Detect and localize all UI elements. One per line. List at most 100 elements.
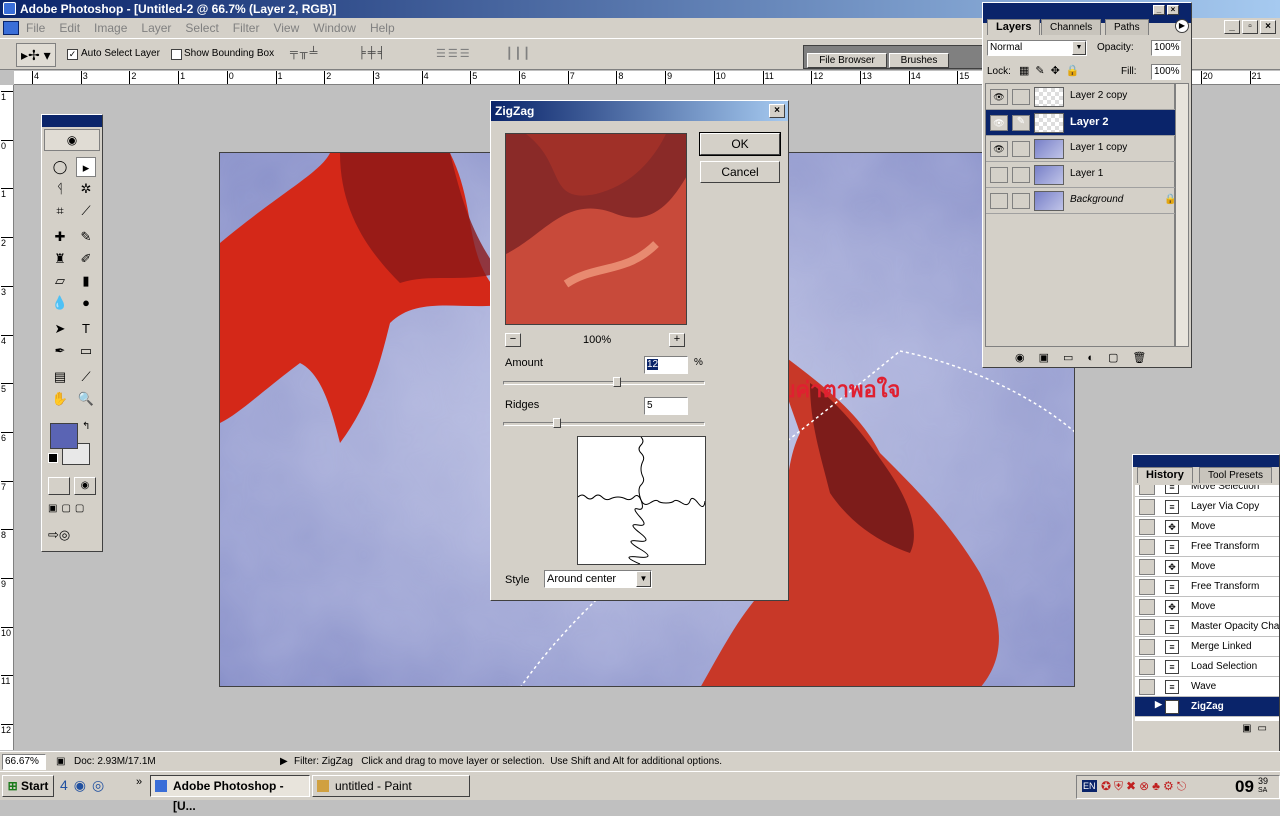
history-item[interactable]: ≡ Layer Via Copy xyxy=(1135,497,1279,517)
lasso-tool-icon[interactable]: ᛩ xyxy=(50,179,70,199)
eraser-tool-icon[interactable]: ▱ xyxy=(50,271,70,291)
menu-filter[interactable]: Filter xyxy=(233,18,260,38)
adobe-online-icon[interactable]: ◉ xyxy=(44,129,100,151)
path-selection-tool-icon[interactable]: ➤ xyxy=(50,319,70,339)
link-icon[interactable] xyxy=(1012,193,1030,209)
slice-tool-icon[interactable]: ⟋ xyxy=(76,201,96,221)
opacity-input[interactable]: 100% xyxy=(1151,40,1181,56)
start-button[interactable]: ⊞ Start xyxy=(2,775,54,797)
eyedropper-tool-icon[interactable]: ⟋ xyxy=(76,367,96,387)
notes-tool-icon[interactable]: ▤ xyxy=(50,367,70,387)
fill-input[interactable]: 100% xyxy=(1151,64,1181,80)
history-panel-title-bar[interactable] xyxy=(1133,455,1279,467)
blend-chevron-down-icon[interactable]: ▼ xyxy=(1072,41,1086,55)
quick-launch-icons[interactable]: 4◉◎ xyxy=(60,777,144,797)
link-icon[interactable] xyxy=(1012,89,1030,105)
link-icon[interactable] xyxy=(1012,141,1030,157)
layer-row-layer-1[interactable]: Layer 1 xyxy=(986,162,1176,188)
zoom-out-button[interactable]: − xyxy=(505,333,521,347)
history-item[interactable]: ≡ Free Transform xyxy=(1135,537,1279,557)
history-brush-source-box[interactable] xyxy=(1139,659,1155,675)
menu-help[interactable]: Help xyxy=(370,18,395,38)
tab-channels[interactable]: Channels xyxy=(1041,19,1102,35)
history-brush-source-box[interactable] xyxy=(1139,679,1155,695)
doc-close-button[interactable]: × xyxy=(1260,20,1276,34)
brushes-tab[interactable]: Brushes xyxy=(889,53,949,68)
healing-brush-tool-icon[interactable]: ✚ xyxy=(50,227,70,247)
layer-row-layer-1-copy[interactable]: 👁 Layer 1 copy xyxy=(986,136,1176,162)
filter-preview[interactable] xyxy=(505,133,687,325)
zoom-tool-icon[interactable]: 🔍 xyxy=(76,389,96,409)
tab-layers[interactable]: Layers xyxy=(987,19,1041,35)
magic-wand-tool-icon[interactable]: ✲ xyxy=(76,179,96,199)
clone-stamp-tool-icon[interactable]: ♜ xyxy=(50,249,70,269)
default-colors-icon[interactable] xyxy=(48,453,58,463)
zoom-level-field[interactable]: 66.67% xyxy=(2,754,46,770)
menu-view[interactable]: View xyxy=(273,18,299,38)
align-buttons-group-2[interactable]: ╞╪╡ xyxy=(358,47,418,61)
taskbar-photoshop[interactable]: Adobe Photoshop - [U... xyxy=(150,775,310,813)
lock-buttons[interactable]: ▦✎✥🔒 xyxy=(1019,64,1099,78)
menu-edit[interactable]: Edit xyxy=(59,18,80,38)
layer-row-background[interactable]: Background 🔒 xyxy=(986,188,1176,214)
screen-mode-buttons[interactable]: ▣▢▢ xyxy=(48,503,98,521)
eye-icon[interactable]: 👁 xyxy=(990,89,1008,105)
layers-close-button[interactable]: × xyxy=(1167,5,1179,15)
standard-mode-button[interactable] xyxy=(48,477,70,495)
tool-preset-picker[interactable]: ▸✢ ▾ xyxy=(16,43,56,67)
history-item[interactable]: ✥ Move xyxy=(1135,597,1279,617)
history-brush-source-box[interactable] xyxy=(1139,599,1155,615)
ridges-slider[interactable] xyxy=(503,418,705,428)
ridges-input[interactable]: 5 xyxy=(644,397,688,415)
pen-tool-icon[interactable]: ✒ xyxy=(50,341,70,361)
crop-tool-icon[interactable]: ⌗ xyxy=(50,201,70,221)
document-icon[interactable] xyxy=(3,21,19,35)
shape-tool-icon[interactable]: ▭ xyxy=(76,341,96,361)
menu-select[interactable]: Select xyxy=(185,18,218,38)
swap-colors-icon[interactable]: ↰ xyxy=(82,421,90,432)
menu-layer[interactable]: Layer xyxy=(141,18,171,38)
style-select[interactable]: Around center ▼ xyxy=(544,570,652,588)
language-indicator[interactable]: EN xyxy=(1082,780,1097,792)
foreground-color-swatch[interactable] xyxy=(50,423,78,449)
ridges-slider-handle[interactable] xyxy=(552,418,561,428)
history-footer-buttons[interactable]: ▣▭ xyxy=(1135,723,1279,737)
move-tool-icon[interactable]: ▸ xyxy=(76,157,96,177)
jump-to-imageready-button[interactable]: ⇨◎ xyxy=(48,527,98,547)
dodge-tool-icon[interactable]: ● xyxy=(76,293,96,313)
history-brush-source-box[interactable] xyxy=(1139,619,1155,635)
chevron-down-icon[interactable]: ▼ xyxy=(636,571,651,587)
tab-tool-presets[interactable]: Tool Presets xyxy=(1199,467,1273,483)
history-brush-source-box[interactable] xyxy=(1139,519,1155,535)
history-brush-tool-icon[interactable]: ✐ xyxy=(76,249,96,269)
tray-icons[interactable]: ✪⛨✖⊗♣⚙⎋ xyxy=(1101,779,1189,794)
auto-select-checkbox[interactable]: ✓ xyxy=(67,49,78,60)
history-item[interactable]: ≡ Move Selection xyxy=(1135,485,1279,497)
quick-mask-mode-button[interactable]: ◉ xyxy=(74,477,96,495)
file-browser-tab[interactable]: File Browser xyxy=(807,53,887,68)
eye-hidden-icon[interactable] xyxy=(990,167,1008,183)
show-bounding-box-checkbox[interactable] xyxy=(171,49,182,60)
layer-row-layer-2-copy[interactable]: 👁 Layer 2 copy xyxy=(986,84,1176,110)
toolbox-title-bar[interactable] xyxy=(42,115,102,127)
distribute-buttons-group-1[interactable]: ☰☰☰ xyxy=(436,47,496,61)
amount-slider[interactable] xyxy=(503,377,705,387)
eye-icon[interactable]: 👁 xyxy=(990,115,1008,131)
ok-button[interactable]: OK xyxy=(699,132,781,156)
history-item[interactable]: ≡ Load Selection xyxy=(1135,657,1279,677)
status-arrow-icon[interactable]: ▶ xyxy=(280,752,288,771)
layers-scrollbar[interactable] xyxy=(1175,83,1189,347)
eye-icon[interactable]: 👁 xyxy=(990,141,1008,157)
brush-tool-icon[interactable]: ✎ xyxy=(76,227,96,247)
zoom-in-button[interactable]: + xyxy=(669,333,685,347)
brush-icon[interactable]: ✎ xyxy=(1012,115,1030,131)
history-brush-source-box[interactable] xyxy=(1139,639,1155,655)
doc-info-icon[interactable]: ▣ xyxy=(56,752,65,771)
cancel-button[interactable]: Cancel xyxy=(700,161,780,183)
history-brush-source-box[interactable] xyxy=(1139,499,1155,515)
type-tool-icon[interactable]: T xyxy=(76,319,96,339)
dialog-title-bar[interactable]: ZigZag xyxy=(491,101,788,121)
history-item[interactable]: ✥ Move xyxy=(1135,557,1279,577)
dialog-close-button[interactable]: × xyxy=(769,104,785,118)
history-item[interactable]: ≡ Free Transform xyxy=(1135,577,1279,597)
